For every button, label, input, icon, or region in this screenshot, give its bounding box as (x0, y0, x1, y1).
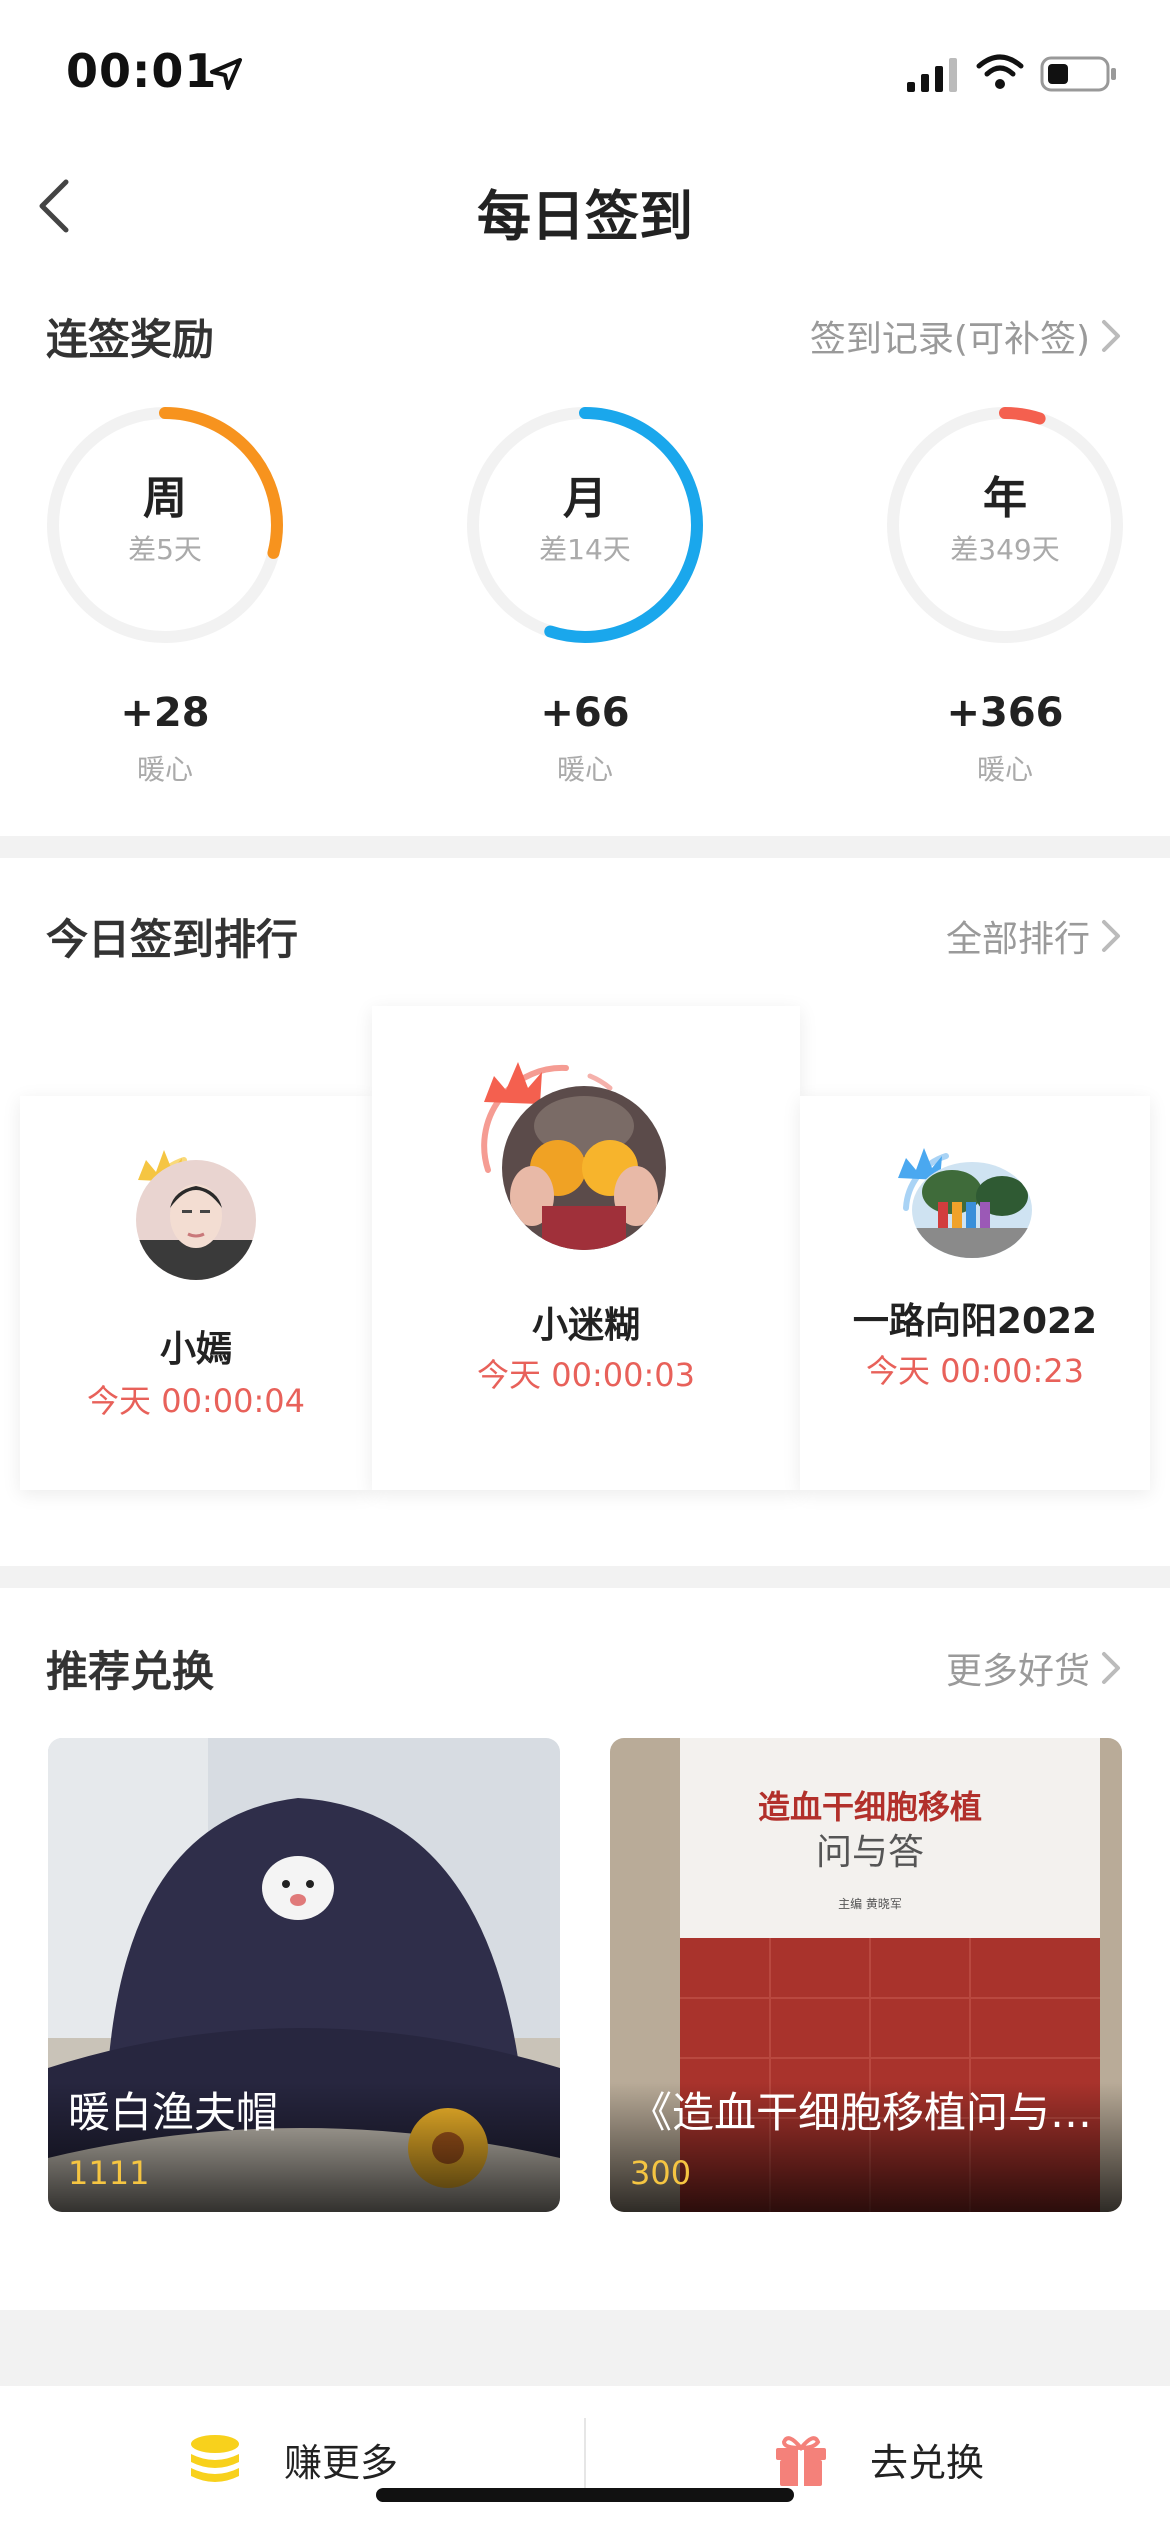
rank-name: 小嫣 (159, 1329, 232, 1370)
avatar (136, 1160, 256, 1280)
ring-remaining-year: 差349天 (950, 533, 1060, 566)
page-title: 每日签到 (477, 185, 693, 248)
location-arrow-icon (210, 58, 242, 90)
redeem-label: 去兑换 (869, 2440, 984, 2485)
avatar (502, 1086, 666, 1250)
wifi-icon (976, 54, 1024, 89)
weekly-streak-ring: 周 差5天 +28 暖心 (40, 400, 290, 786)
rank-card-first[interactable]: 小迷糊 今天 00:00:03 (372, 1006, 800, 1490)
all-ranking-link[interactable]: 全部排行 (946, 910, 1126, 962)
battery-icon (1040, 56, 1116, 92)
coin-stack-icon (190, 2435, 239, 2482)
book-subtitle-text: 问与答 (816, 1832, 924, 1873)
crown-red-icon (484, 1062, 542, 1104)
exchange-section-title: 推荐兑换 (46, 1647, 215, 1696)
streak-section-title: 连签奖励 (46, 315, 215, 364)
avatar (912, 1162, 1032, 1258)
ring-points-week: +28 (120, 690, 210, 736)
chevron-right-icon (1102, 320, 1120, 352)
gift-icon (775, 2436, 826, 2486)
rank-time: 今天 00:00:23 (866, 1352, 1084, 1390)
section-divider (0, 836, 1170, 858)
all-ranking-label: 全部排行 (945, 919, 1090, 960)
rank-card-second[interactable]: 小嫣 今天 00:00:04 (20, 1096, 372, 1490)
book-title-text: 造血干细胞移植 (758, 1788, 982, 1826)
redeem-button[interactable]: 去兑换 (586, 2386, 1170, 2532)
cellular-signal-icon (907, 58, 957, 92)
earn-more-button[interactable]: 赚更多 (0, 2386, 584, 2532)
ring-unit-month: 暖心 (556, 753, 613, 786)
rank-name: 一路向阳2022 (852, 1301, 1098, 1342)
ranking-section-title: 今日签到排行 (46, 915, 299, 964)
more-goods-link[interactable]: 更多好货 (946, 1642, 1126, 1694)
home-indicator (376, 2488, 794, 2502)
rank-name: 小迷糊 (531, 1305, 640, 1346)
product-card[interactable]: 造血干细胞移植 问与答 主编 黄晓军 《造血干细胞移植问与答》 300 (610, 1738, 1122, 2212)
rank-time: 今天 00:00:04 (87, 1382, 305, 1420)
monthly-streak-ring: 月 差14天 +66 暖心 (460, 400, 710, 786)
product-price: 300 (630, 2154, 692, 2192)
status-bar: 00:01 (0, 0, 1170, 150)
yearly-streak-ring: 年 差349天 +366 暖心 (880, 400, 1130, 786)
chevron-right-icon (1102, 1652, 1120, 1684)
product-name: 暖白渔夫帽 (68, 2088, 279, 2137)
ring-remaining-week: 差5天 (128, 533, 202, 566)
checkin-record-link[interactable]: 签到记录(可补签) (810, 310, 1126, 362)
ring-points-month: +66 (540, 690, 630, 736)
ring-label-week: 周 (143, 473, 187, 524)
product-price: 1111 (68, 2154, 150, 2192)
earn-more-label: 赚更多 (283, 2440, 398, 2485)
rank-card-third[interactable]: 一路向阳2022 今天 00:00:23 (800, 1096, 1150, 1490)
content-bottom-strip (0, 2310, 1170, 2386)
product-name: 《造血干细胞移植问与答》 (630, 2088, 1100, 2137)
ring-remaining-month: 差14天 (539, 533, 631, 566)
book-editor-text: 主编 黄晓军 (838, 1896, 902, 1911)
status-time: 00:01 (66, 44, 218, 98)
ring-unit-week: 暖心 (136, 753, 193, 786)
checkin-record-label: 签到记录(可补签) (809, 319, 1090, 360)
ring-label-month: 月 (563, 473, 607, 524)
navigation-bar: 每日签到 (0, 150, 1170, 260)
rank-time: 今天 00:00:03 (477, 1356, 695, 1394)
bottom-action-bar: 赚更多 去兑换 (0, 2386, 1170, 2532)
ring-points-year: +366 (946, 690, 1064, 736)
more-goods-label: 更多好货 (945, 1651, 1090, 1692)
ring-label-year: 年 (983, 473, 1027, 524)
ring-unit-year: 暖心 (976, 753, 1033, 786)
product-card[interactable]: 暖白渔夫帽 1111 (48, 1738, 560, 2212)
section-divider (0, 1566, 1170, 1588)
chevron-right-icon (1102, 920, 1120, 952)
